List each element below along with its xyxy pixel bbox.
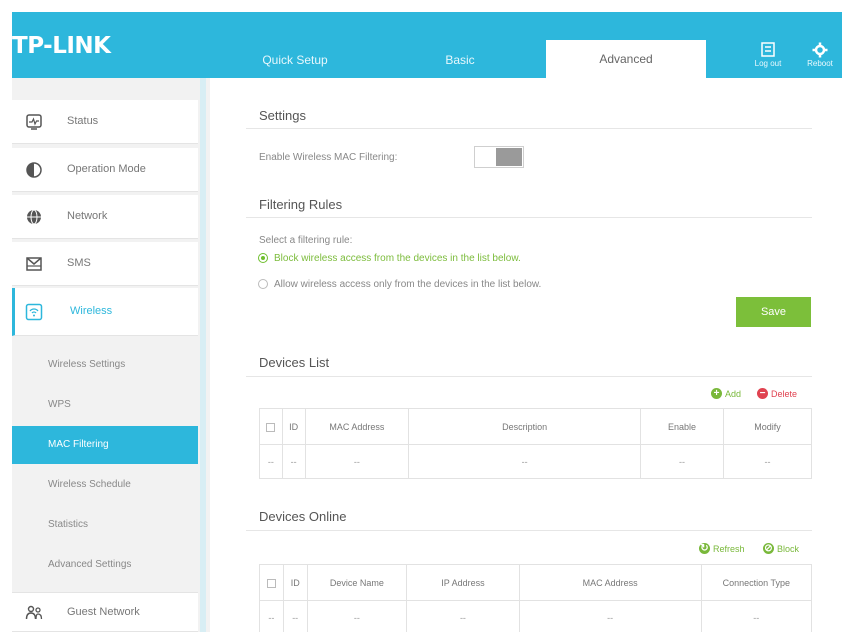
refresh-icon: ↻ <box>699 543 710 554</box>
toggle-knob <box>496 148 522 166</box>
table-header-row: ID MAC Address Description Enable Modify <box>259 408 813 445</box>
select-all-cell[interactable] <box>259 564 284 601</box>
sidebar-item-label: Network <box>67 210 108 222</box>
rule-allow-radio[interactable] <box>258 279 268 289</box>
table-cell: -- <box>259 600 284 632</box>
add-label: Add <box>725 388 742 399</box>
tab-quick-setup[interactable]: Quick Setup <box>240 43 350 78</box>
table-row: -- -- -- -- -- -- <box>259 600 813 632</box>
operation-mode-icon <box>26 162 42 178</box>
sms-icon <box>26 257 42 271</box>
table-cell: -- <box>700 600 813 632</box>
sidebar-divider <box>200 78 206 632</box>
sidebar-subitem-advanced-settings[interactable]: Advanced Settings <box>12 546 198 584</box>
rule-allow-label[interactable]: Allow wireless access only from the devi… <box>274 279 541 290</box>
header: TP-LINK Quick Setup Basic Advanced Log o… <box>0 0 842 78</box>
select-all-checkbox[interactable] <box>266 578 276 588</box>
reboot-label: Reboot <box>807 59 833 68</box>
section-divider <box>246 217 812 218</box>
sidebar-subitem-mac-filtering[interactable]: MAC Filtering <box>12 426 198 464</box>
delete-icon: − <box>757 388 768 399</box>
enable-mac-filtering-label: Enable Wireless MAC Filtering: <box>259 152 398 163</box>
column-header: Description <box>408 408 642 445</box>
devices-online-title: Devices Online <box>259 509 347 524</box>
sidebar-item-label: Wireless <box>70 305 113 317</box>
globe-icon <box>27 209 41 225</box>
sidebar-item-label: Guest Network <box>67 606 140 618</box>
filtering-rule-prompt: Select a filtering rule: <box>259 235 353 246</box>
section-divider <box>246 376 812 377</box>
sidebar-item-label: SMS <box>67 257 91 269</box>
guest-network-icon <box>25 605 43 620</box>
section-divider <box>246 530 812 531</box>
table-cell: -- <box>281 444 306 479</box>
delete-label: Delete <box>771 388 798 399</box>
table-row: -- -- -- -- -- -- <box>259 444 813 479</box>
table-cell: -- <box>722 444 813 479</box>
table-cell: -- <box>259 444 283 479</box>
devices-online-table: ID Device Name IP Address MAC Address Co… <box>259 564 813 632</box>
devices-list-table: ID MAC Address Description Enable Modify… <box>259 408 813 479</box>
block-label: Block <box>777 543 800 554</box>
column-header: Enable <box>640 408 724 445</box>
table-cell: -- <box>406 600 520 632</box>
column-header: Device Name <box>306 564 408 601</box>
rule-block-label[interactable]: Block wireless access from the devices i… <box>274 253 521 264</box>
sidebar-item-sms[interactable]: SMS <box>12 242 198 286</box>
sidebar-item-operation-mode[interactable]: Operation Mode <box>12 148 198 192</box>
block-icon: ⊘ <box>763 543 774 554</box>
add-icon: + <box>711 388 722 399</box>
gear-icon <box>812 42 828 58</box>
add-button[interactable]: + Add <box>711 388 741 399</box>
column-header: ID <box>282 564 308 601</box>
devices-list-title: Devices List <box>259 355 330 370</box>
sidebar-item-wireless[interactable]: Wireless <box>12 288 198 336</box>
rule-block-radio[interactable] <box>258 253 268 263</box>
column-header: Modify <box>722 408 813 445</box>
mac-filtering-toggle[interactable] <box>474 146 524 168</box>
select-all-cell[interactable] <box>259 408 283 445</box>
tp-link-logo: TP-LINK <box>12 33 111 59</box>
sidebar: Status Operation Mode Network SMS Wirele… <box>12 78 210 632</box>
refresh-button[interactable]: ↻ Refresh <box>699 543 745 554</box>
sidebar-subitem-wps[interactable]: WPS <box>12 386 198 424</box>
sidebar-subitem-statistics[interactable]: Statistics <box>12 506 198 544</box>
table-cell: -- <box>640 444 724 479</box>
column-header: Connection Type <box>700 564 813 601</box>
tab-advanced[interactable]: Advanced <box>546 40 706 78</box>
reboot-button[interactable]: Reboot <box>800 40 840 74</box>
column-header: ID <box>281 408 306 445</box>
sidebar-item-status[interactable]: Status <box>12 100 198 144</box>
wireless-icon <box>25 303 43 321</box>
status-icon <box>26 114 42 130</box>
table-cell: -- <box>304 444 410 479</box>
block-button[interactable]: ⊘ Block <box>763 543 799 554</box>
table-header-row: ID Device Name IP Address MAC Address Co… <box>259 564 813 601</box>
column-header: MAC Address <box>304 408 410 445</box>
section-divider <box>246 128 812 129</box>
settings-title: Settings <box>259 108 306 123</box>
table-cell: -- <box>518 600 702 632</box>
refresh-label: Refresh <box>713 543 745 554</box>
logout-icon <box>761 42 775 57</box>
table-cell: -- <box>282 600 308 632</box>
table-cell: -- <box>408 444 642 479</box>
tab-basic[interactable]: Basic <box>410 43 510 78</box>
sidebar-item-label: Status <box>67 115 99 127</box>
logout-label: Log out <box>754 59 782 68</box>
select-all-checkbox[interactable] <box>266 422 276 432</box>
sidebar-item-guest-network[interactable]: Guest Network <box>12 592 198 632</box>
column-header: IP Address <box>406 564 520 601</box>
column-header: MAC Address <box>518 564 702 601</box>
sidebar-subitem-wireless-settings[interactable]: Wireless Settings <box>12 346 198 384</box>
save-button[interactable]: Save <box>736 297 811 327</box>
filtering-rules-title: Filtering Rules <box>259 197 343 212</box>
sidebar-item-network[interactable]: Network <box>12 195 198 239</box>
sidebar-item-label: Operation Mode <box>67 163 146 175</box>
delete-button[interactable]: − Delete <box>757 388 797 399</box>
logout-button[interactable]: Log out <box>748 40 788 74</box>
table-cell: -- <box>306 600 408 632</box>
sidebar-subitem-wireless-schedule[interactable]: Wireless Schedule <box>12 466 198 504</box>
